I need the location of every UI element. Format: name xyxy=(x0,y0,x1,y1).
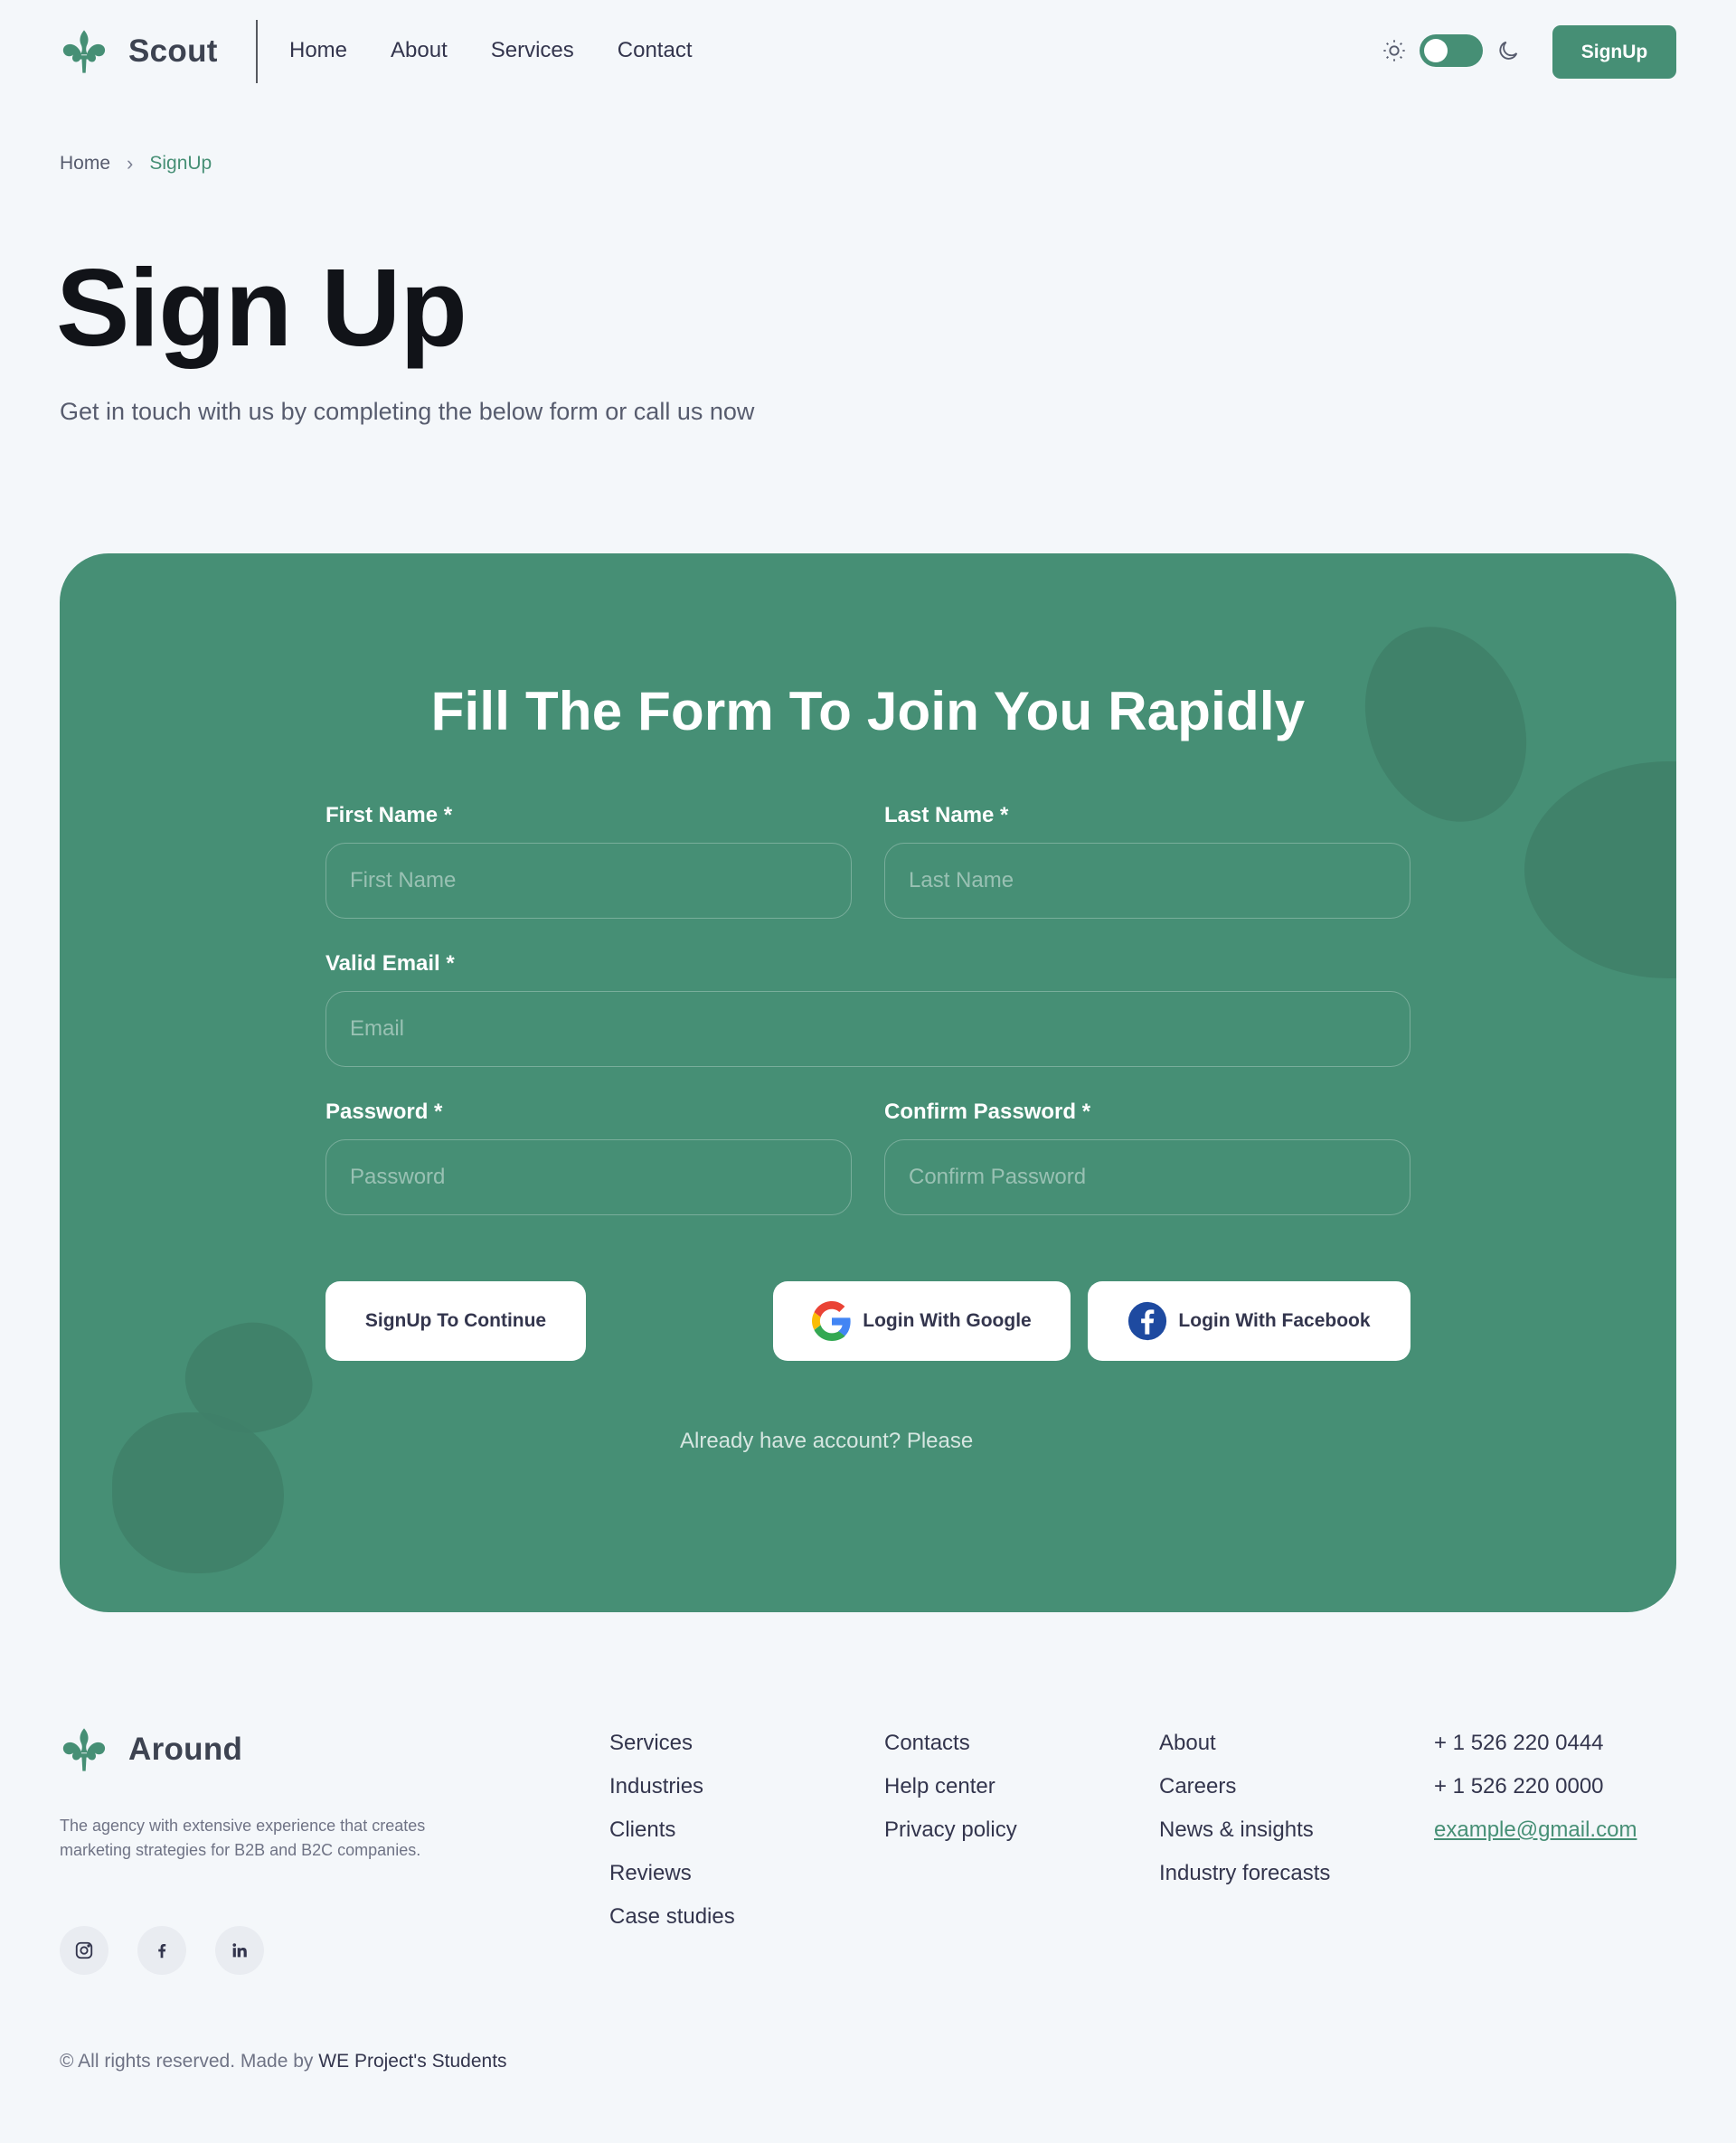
last-name-input[interactable] xyxy=(884,843,1410,919)
footer-brand[interactable]: Around xyxy=(60,1725,242,1774)
theme-toggle xyxy=(1382,33,1521,69)
footer-link[interactable]: Careers xyxy=(1159,1765,1330,1808)
breadcrumb-current: SignUp xyxy=(149,153,212,174)
brand-logo[interactable]: Scout xyxy=(60,24,218,80)
nav-contact[interactable]: Contact xyxy=(618,33,693,69)
page-title: Sign Up xyxy=(56,246,467,369)
header-divider xyxy=(256,20,258,83)
fleur-de-lis-icon xyxy=(62,1728,106,1771)
copyright: © All rights reserved. Made by WE Projec… xyxy=(60,2051,507,2072)
first-name-input[interactable] xyxy=(326,843,852,919)
footer-col-services: Services Industries Clients Reviews Case… xyxy=(609,1722,735,1939)
footer-link[interactable]: Contacts xyxy=(884,1722,1017,1765)
google-icon xyxy=(812,1301,851,1341)
footer-col-contact: + 1 526 220 0444 + 1 526 220 0000 exampl… xyxy=(1434,1722,1637,1852)
password-input[interactable] xyxy=(326,1139,852,1215)
decorative-blob xyxy=(1524,761,1676,978)
footer-phone-1[interactable]: + 1 526 220 0444 xyxy=(1434,1722,1637,1765)
theme-switch[interactable] xyxy=(1420,34,1483,67)
confirm-password-input[interactable] xyxy=(884,1139,1410,1215)
last-name-label: Last Name * xyxy=(884,803,1009,827)
footer-link[interactable]: About xyxy=(1159,1722,1330,1765)
facebook-icon[interactable] xyxy=(137,1926,186,1975)
footer-email[interactable]: example@gmail.com xyxy=(1434,1808,1637,1852)
footer-col-company: About Careers News & insights Industry f… xyxy=(1159,1722,1330,1895)
footer-link[interactable]: News & insights xyxy=(1159,1808,1330,1852)
copyright-author[interactable]: WE Project's Students xyxy=(318,2051,506,2072)
social-links xyxy=(60,1926,264,1975)
nav-services[interactable]: Services xyxy=(491,33,574,69)
moon-icon xyxy=(1499,41,1518,60)
brand-name: Scout xyxy=(128,33,218,69)
footer-link[interactable]: Industries xyxy=(609,1765,735,1808)
already-have-account-text: Already have account? Please xyxy=(680,1429,974,1453)
nav-home[interactable]: Home xyxy=(289,33,347,69)
email-label: Valid Email * xyxy=(326,951,455,976)
fleur-de-lis-icon xyxy=(62,30,106,73)
nav-about[interactable]: About xyxy=(391,33,448,69)
decorative-blob xyxy=(112,1412,284,1573)
footer-link[interactable]: Help center xyxy=(884,1765,1017,1808)
facebook-login-button[interactable]: Login With Facebook xyxy=(1088,1281,1410,1361)
footer-phone-2[interactable]: + 1 526 220 0000 xyxy=(1434,1765,1637,1808)
header-signup-button[interactable]: SignUp xyxy=(1552,25,1676,79)
footer-brand-name: Around xyxy=(128,1732,243,1767)
form-title: Fill The Form To Join You Rapidly xyxy=(430,681,1306,741)
first-name-label: First Name * xyxy=(326,803,453,827)
footer-link[interactable]: Case studies xyxy=(609,1895,735,1939)
chevron-right-icon: › xyxy=(127,152,134,175)
confirm-password-label: Confirm Password * xyxy=(884,1100,1091,1124)
main-nav: Home About Services Contact xyxy=(289,33,736,69)
instagram-icon[interactable] xyxy=(60,1926,108,1975)
breadcrumb-home[interactable]: Home xyxy=(60,153,110,175)
footer-link[interactable]: Clients xyxy=(609,1808,735,1852)
copyright-prefix: © All rights reserved. Made by xyxy=(60,2051,314,2072)
footer-description: The agency with extensive experience tha… xyxy=(60,1817,426,1859)
footer-link[interactable]: Privacy policy xyxy=(884,1808,1017,1852)
sun-icon xyxy=(1383,40,1405,61)
theme-switch-knob xyxy=(1424,39,1448,62)
signup-submit-button[interactable]: SignUp To Continue xyxy=(326,1281,586,1361)
signup-form-card: Fill The Form To Join You Rapidly First … xyxy=(60,553,1676,1612)
footer-col-support: Contacts Help center Privacy policy xyxy=(884,1722,1017,1852)
footer-link[interactable]: Services xyxy=(609,1722,735,1765)
email-input[interactable] xyxy=(326,991,1410,1067)
google-login-button[interactable]: Login With Google xyxy=(773,1281,1071,1361)
footer-link[interactable]: Reviews xyxy=(609,1852,735,1895)
site-header: Scout Home About Services Contact SignUp xyxy=(0,0,1736,103)
linkedin-icon[interactable] xyxy=(215,1926,264,1975)
footer-link[interactable]: Industry forecasts xyxy=(1159,1852,1330,1895)
facebook-icon xyxy=(1128,1301,1167,1341)
facebook-login-label: Login With Facebook xyxy=(1178,1310,1371,1331)
google-login-label: Login With Google xyxy=(863,1310,1032,1331)
breadcrumb: Home › SignUp xyxy=(60,152,212,175)
page-subtitle: Get in touch with us by completing the b… xyxy=(60,398,755,425)
password-label: Password * xyxy=(326,1100,443,1124)
